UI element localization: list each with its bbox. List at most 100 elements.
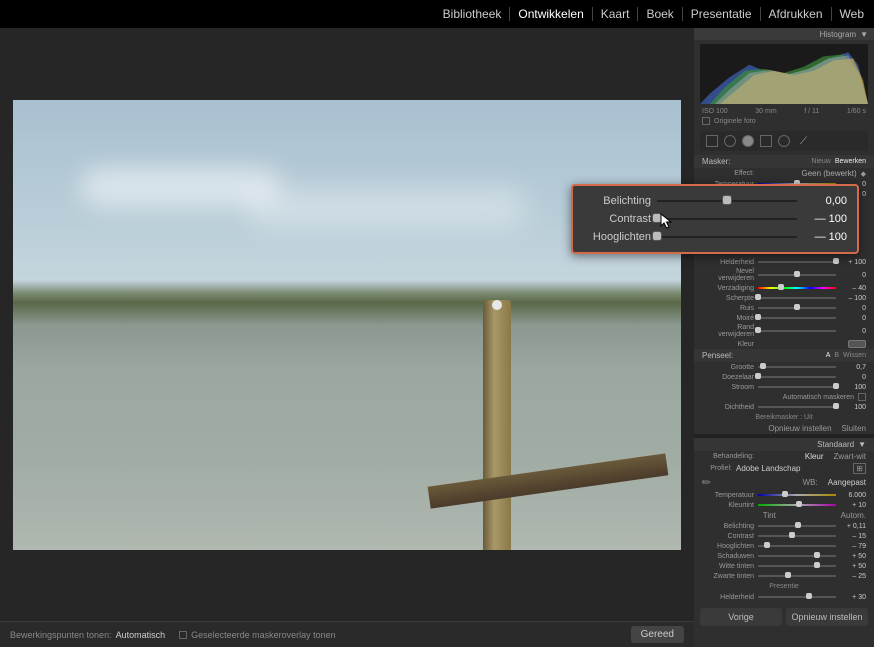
edit-points-mode[interactable]: Automatisch [116, 630, 166, 640]
nav-web[interactable]: Web [832, 7, 864, 21]
profile-value[interactable]: Adobe Landschap [736, 464, 849, 473]
effect-value[interactable]: Geen (bewerkt) [758, 169, 857, 178]
basic-highlights-slider[interactable] [758, 544, 836, 548]
popup-exposure-slider[interactable] [657, 198, 797, 204]
treatment-bw[interactable]: Zwart-wit [834, 452, 866, 461]
local-noise-slider[interactable] [758, 306, 836, 310]
local-sharpness-slider[interactable] [758, 296, 836, 300]
close-brush-button[interactable]: Sluiten [842, 424, 866, 433]
basic-highlights-label: Hooglichten [702, 543, 754, 550]
local-defringe-slider[interactable] [758, 329, 836, 333]
nav-afdrukken[interactable]: Afdrukken [761, 7, 832, 21]
basic-contrast-label: Contrast [702, 533, 754, 540]
nav-ontwikkelen[interactable]: Ontwikkelen [510, 7, 592, 21]
brush-flow-label: Stroom [702, 384, 754, 391]
basic-tint-slider[interactable] [758, 503, 836, 507]
wb-label: WB: [715, 478, 818, 487]
brush-flow-slider[interactable] [758, 385, 836, 389]
local-saturation-slider[interactable] [758, 286, 836, 290]
basic-blacks-label: Zwarte tinten [702, 573, 754, 580]
basic-whites-slider[interactable] [758, 564, 836, 568]
basic-clarity-label: Helderheid [702, 594, 754, 601]
mask-new-pill[interactable]: Nieuw [811, 158, 830, 165]
nav-bibliotheek[interactable]: Bibliotheek [435, 7, 511, 21]
popup-contrast-slider[interactable] [657, 216, 797, 222]
popup-contrast-label: Contrast [583, 213, 651, 225]
basic-exposure-slider[interactable] [758, 524, 836, 528]
done-button[interactable]: Gereed [631, 626, 684, 643]
automask-label: Automatisch maskeren [702, 394, 854, 401]
brush-size-slider[interactable] [758, 365, 836, 369]
local-saturation-label: Verzadiging [702, 285, 754, 292]
basic-exposure-label: Belichting [702, 523, 754, 530]
original-toggle[interactable]: Originele foto [694, 115, 874, 127]
local-color-label: Kleur [702, 341, 754, 348]
local-noise-label: Ruis [702, 305, 754, 312]
basic-shadows-label: Schaduwen [702, 553, 754, 560]
eyedropper-icon[interactable]: ✎ [699, 475, 715, 491]
brush-b[interactable]: B [834, 352, 839, 359]
brush-feather-slider[interactable] [758, 375, 836, 379]
tint-section-label: Tint [702, 511, 837, 520]
nav-presentatie[interactable]: Presentatie [683, 7, 761, 21]
edit-points-label: Bewerkingspunten tonen: [10, 630, 112, 640]
local-moire-slider[interactable] [758, 316, 836, 320]
spot-tool-icon[interactable] [724, 135, 736, 147]
treatment-label: Behandeling: [702, 453, 754, 460]
popup-exposure-value: 0,00 [803, 195, 847, 207]
auto-tone-button[interactable]: Autom. [841, 511, 866, 520]
nav-kaart[interactable]: Kaart [593, 7, 639, 21]
local-dehaze-slider[interactable] [758, 273, 836, 277]
local-sharpness-label: Scherpte [702, 295, 754, 302]
previous-button[interactable]: Vorige [700, 608, 782, 626]
brush-feather-label: Doezelaar [702, 374, 754, 381]
wb-value[interactable]: Aangepast [828, 478, 866, 487]
overlay-checkbox[interactable] [179, 631, 187, 639]
brush-tool-icon[interactable]: ⟋ [800, 136, 807, 147]
effect-label: Effect: [702, 170, 754, 177]
gradient-tool-icon[interactable] [760, 135, 772, 147]
tool-strip: ⟋ [700, 131, 868, 151]
basic-header[interactable]: Standaard▼ [694, 438, 874, 451]
histogram[interactable] [700, 44, 868, 104]
basic-blacks-slider[interactable] [758, 574, 836, 578]
basic-shadows-slider[interactable] [758, 554, 836, 558]
redeye-tool-icon[interactable] [742, 135, 754, 147]
brush-density-slider[interactable] [758, 405, 836, 409]
canvas-footer: Bewerkingspunten tonen: Automatisch Gese… [0, 621, 694, 647]
automask-checkbox[interactable] [858, 393, 866, 401]
basic-contrast-slider[interactable] [758, 534, 836, 538]
range-mask-label[interactable]: Bereikmasker : Uit [694, 412, 874, 423]
basic-clarity-slider[interactable] [758, 595, 836, 599]
basic-whites-label: Witte tinten [702, 563, 754, 570]
color-swatch[interactable] [848, 340, 866, 348]
popup-highlights-label: Hooglichten [583, 231, 651, 243]
basic-temp-slider[interactable] [758, 493, 836, 497]
brush-a[interactable]: A [826, 352, 831, 359]
photo-preview[interactable] [13, 100, 681, 550]
local-moire-label: Moiré [702, 315, 754, 322]
overlay-label: Geselecteerde maskeroverlay tonen [191, 630, 336, 640]
brush-erase[interactable]: Wissen [843, 352, 866, 359]
mask-edit-pill[interactable]: Bewerken [835, 158, 866, 165]
top-navigation: Bibliotheek Ontwikkelen Kaart Boek Prese… [0, 0, 874, 28]
treatment-color[interactable]: Kleur [805, 452, 824, 461]
popup-highlights-value: — 100 [803, 231, 847, 243]
local-clarity-slider[interactable] [758, 260, 836, 264]
nav-boek[interactable]: Boek [638, 7, 682, 21]
popup-highlights-slider[interactable] [657, 234, 797, 240]
brush-header: Penseel: A B Wissen [694, 349, 874, 362]
radial-tool-icon[interactable] [778, 135, 790, 147]
popup-exposure-label: Belichting [583, 195, 651, 207]
basic-tint-label: Kleurtint [702, 502, 754, 509]
mask-header: Masker: Nieuw Bewerken [694, 155, 874, 168]
highlighted-sliders-popup: Belichting 0,00 Contrast — 100 Hooglicht… [571, 184, 859, 254]
right-panel: Histogram▼ ISO 100 30 mm f / 11 1/60 s O… [694, 28, 874, 647]
crop-tool-icon[interactable] [706, 135, 718, 147]
presence-label: Presentie [694, 581, 874, 592]
histogram-header[interactable]: Histogram▼ [694, 28, 874, 40]
profile-grid-icon[interactable]: ⊞ [853, 463, 866, 474]
reset-button[interactable]: Opnieuw instellen [786, 608, 868, 626]
exif-meta: ISO 100 30 mm f / 11 1/60 s [694, 108, 874, 115]
reset-brush-button[interactable]: Opnieuw instellen [768, 424, 831, 433]
